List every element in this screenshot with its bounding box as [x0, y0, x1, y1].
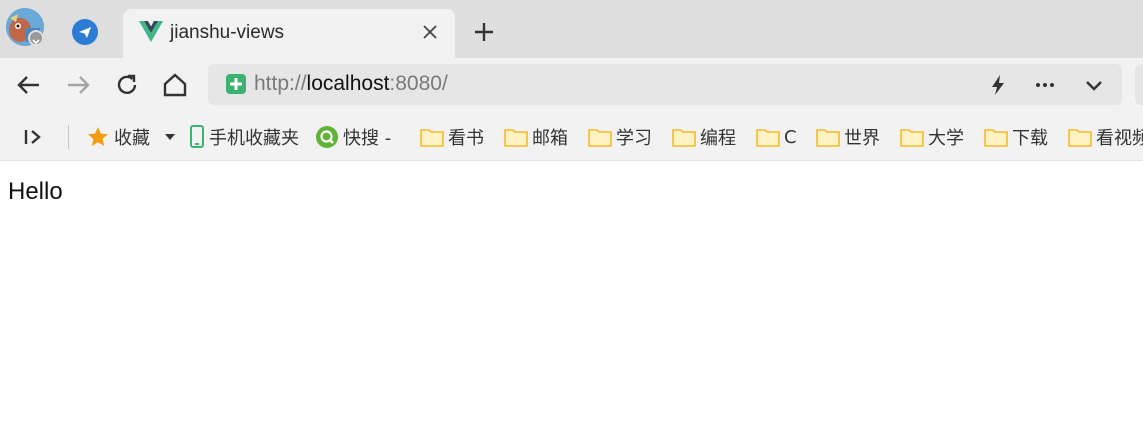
close-icon[interactable] [421, 23, 439, 41]
folder-icon [1068, 129, 1092, 147]
bookmark-folder[interactable]: 邮箱 [504, 124, 568, 150]
url-text[interactable]: http://localhost:8080/ [254, 72, 448, 96]
phone-icon [190, 125, 204, 148]
tab-title: jianshu-views [170, 22, 285, 43]
bookmark-folder[interactable]: 学习 [588, 124, 652, 150]
bookmark-folder[interactable]: C [756, 124, 797, 150]
page-text: Hello [8, 178, 63, 205]
bookmark-label: 邮箱 [532, 128, 568, 149]
bookmark-label: 编程 [700, 128, 736, 149]
navigation-toolbar: http://localhost:8080/ [0, 58, 1143, 113]
url-path: :8080/ [389, 72, 448, 95]
folder-icon [900, 129, 924, 147]
vue-logo-icon [139, 21, 163, 42]
folder-icon [588, 129, 612, 147]
page-content: Hello [0, 162, 1143, 424]
folder-icon [504, 129, 528, 147]
folder-icon [756, 129, 780, 147]
more-options-icon[interactable] [1033, 73, 1057, 97]
bookmark-favorites[interactable]: 收藏 [86, 124, 180, 150]
folder-icon [984, 129, 1008, 147]
bookmark-label: 世界 [844, 128, 880, 149]
bookmark-label: 看书 [448, 128, 484, 149]
url-host: localhost [306, 72, 390, 95]
avatar-badge-icon [28, 30, 44, 46]
bookmarks-bar: 收藏 手机收藏夹 快搜 - 看书 邮箱 学习 编程 C 世界 大学 下载 看视频 [0, 113, 1143, 161]
folder-icon [816, 129, 840, 147]
chevron-down-icon[interactable] [1082, 73, 1106, 97]
bookmark-label: 下载 [1012, 128, 1048, 149]
bookmark-folder[interactable]: 看书 [420, 124, 484, 150]
favorites-label: 收藏 [114, 128, 150, 149]
bookmark-label: 手机收藏夹 [209, 128, 299, 149]
bookmark-folder[interactable]: 看视频 [1068, 124, 1143, 150]
divider [68, 125, 69, 149]
url-scheme: http:// [254, 72, 307, 95]
lightning-icon[interactable] [986, 73, 1010, 97]
bookmark-label: 快搜 - [343, 128, 392, 149]
bookmark-folder[interactable]: 世界 [816, 124, 880, 150]
new-tab-plus-icon[interactable] [472, 20, 496, 44]
forward-arrow-icon[interactable] [64, 71, 92, 99]
star-icon [88, 127, 108, 146]
home-icon[interactable] [161, 71, 189, 99]
bookmark-folder[interactable]: 下载 [984, 124, 1048, 150]
bookmark-quick-search[interactable]: 快搜 - [315, 124, 391, 150]
dropdown-caret-icon[interactable] [164, 132, 176, 142]
secure-shield-icon [226, 74, 246, 94]
bookmark-label: 大学 [928, 128, 964, 149]
folder-icon [672, 129, 696, 147]
extension-area[interactable] [1135, 64, 1143, 105]
search-q-icon [316, 126, 338, 148]
bookmark-folder[interactable]: 编程 [672, 124, 736, 150]
tab-strip: jianshu-views [0, 0, 1143, 58]
bookmark-folder[interactable]: 大学 [900, 124, 964, 150]
bookmark-mobile[interactable]: 手机收藏夹 [189, 124, 299, 150]
reload-icon[interactable] [113, 71, 141, 99]
address-bar[interactable]: http://localhost:8080/ [208, 64, 1122, 105]
bookmark-label: C [784, 126, 797, 148]
tab-active[interactable]: jianshu-views [123, 9, 455, 58]
folder-icon [420, 129, 444, 147]
telegram-icon[interactable] [72, 19, 98, 45]
back-arrow-icon[interactable] [15, 71, 43, 99]
sidebar-toggle-icon[interactable] [22, 126, 44, 148]
bookmark-label: 看视频 [1096, 128, 1143, 149]
bookmark-label: 学习 [616, 128, 652, 149]
